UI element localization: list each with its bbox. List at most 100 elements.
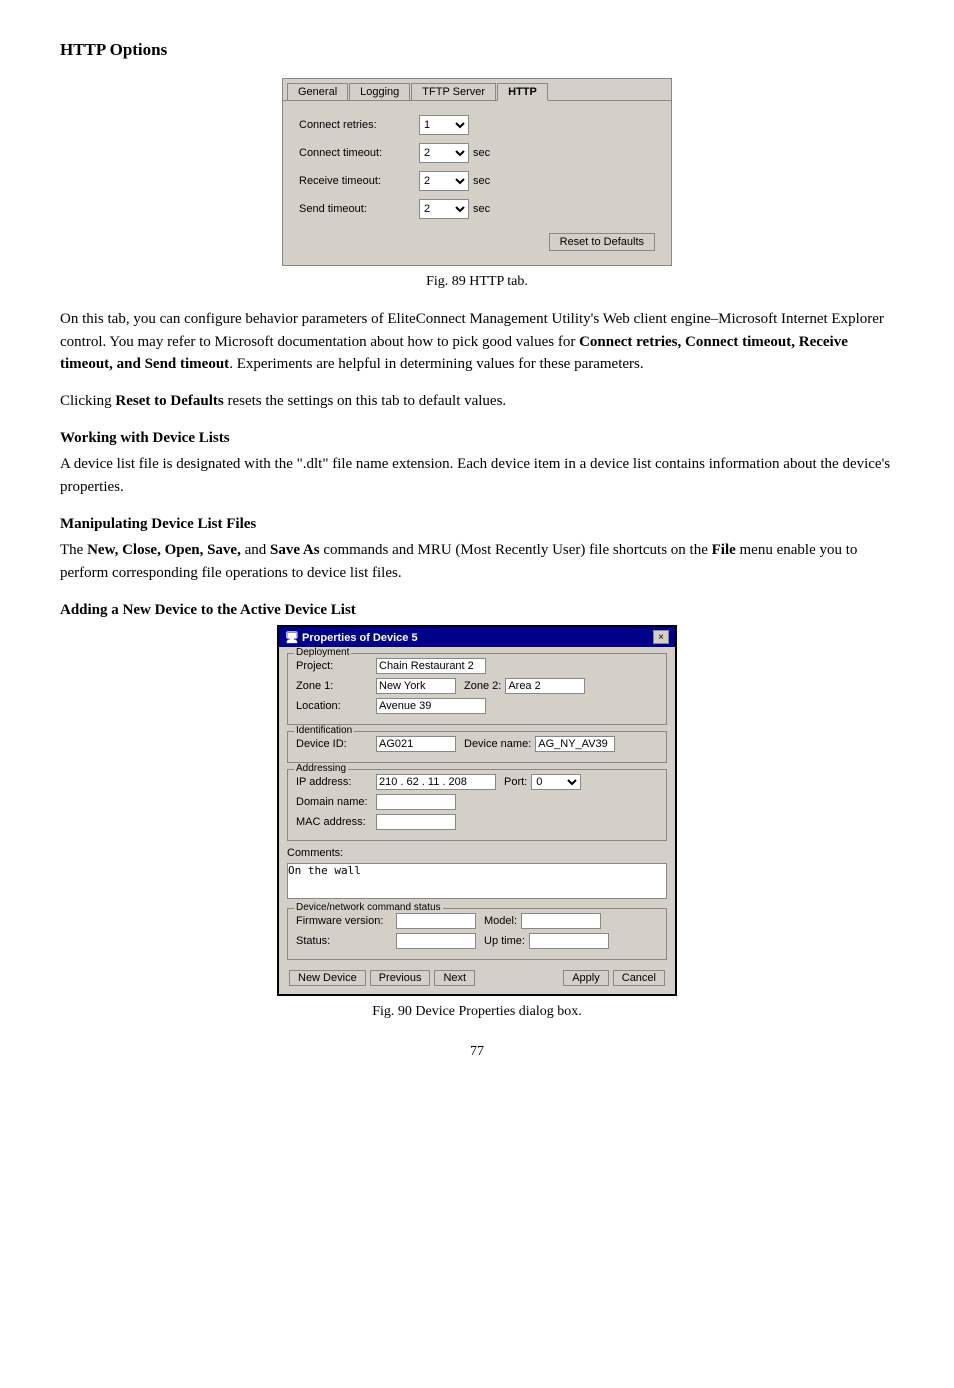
reset-btn-row: Reset to Defaults (299, 233, 655, 251)
tab-tftp-server[interactable]: TFTP Server (411, 83, 496, 100)
ip-label: IP address: (296, 776, 376, 788)
previous-button[interactable]: Previous (370, 970, 431, 986)
http-dialog-figure: General Logging TFTP Server HTTP Connect… (60, 78, 894, 290)
mac-input[interactable] (376, 814, 456, 830)
apply-button[interactable]: Apply (563, 970, 609, 986)
working-device-lists-text: A device list file is designated with th… (60, 453, 894, 498)
location-row: Location: (296, 698, 658, 714)
next-button[interactable]: Next (434, 970, 475, 986)
domain-input[interactable] (376, 794, 456, 810)
manip-mid2: commands and MRU (Most Recently User) fi… (320, 542, 712, 558)
dialog-close-button[interactable]: × (653, 630, 669, 644)
http-dialog: General Logging TFTP Server HTTP Connect… (282, 78, 672, 266)
network-status-label: Device/network command status (294, 902, 443, 913)
receive-timeout-unit: sec (473, 175, 490, 187)
fig90-caption: Fig. 90 Device Properties dialog box. (372, 1004, 582, 1020)
tab-logging[interactable]: Logging (349, 83, 410, 100)
send-timeout-select[interactable]: 2510 (419, 199, 469, 219)
domain-label: Domain name: (296, 796, 376, 808)
zone2-input[interactable] (505, 678, 585, 694)
uptime-label: Up time: (484, 935, 525, 947)
manipulating-files-text: The New, Close, Open, Save, and Save As … (60, 539, 894, 584)
port-select[interactable]: 0 (531, 774, 581, 790)
status-input (396, 933, 476, 949)
location-label: Location: (296, 700, 376, 712)
identification-label: Identification (294, 725, 354, 736)
comments-label: Comments: (287, 847, 667, 859)
dialog-button-row: New Device Previous Next Apply Cancel (287, 966, 667, 988)
tab-general[interactable]: General (287, 83, 348, 100)
project-row: Project: (296, 658, 658, 674)
mac-row: MAC address: (296, 814, 658, 830)
device-id-row: Device ID: Device name: (296, 736, 658, 752)
mac-label: MAC address: (296, 816, 376, 828)
dialog-http-content: Connect retries: 123 Connect timeout: 25… (283, 101, 671, 265)
zone1-input[interactable] (376, 678, 456, 694)
firmware-input (396, 913, 476, 929)
new-device-button[interactable]: New Device (289, 970, 366, 986)
send-timeout-row: Send timeout: 2510 sec (299, 199, 655, 219)
send-timeout-unit: sec (473, 203, 490, 215)
page-title: HTTP Options (60, 40, 894, 60)
domain-row: Domain name: (296, 794, 658, 810)
zone1-label: Zone 1: (296, 680, 376, 692)
device-name-label: Device name: (464, 738, 531, 750)
device-name-input[interactable] (535, 736, 615, 752)
device-properties-dialog: 🖥 Properties of Device 5 × Deployment Pr… (277, 625, 677, 996)
firmware-row: Firmware version: Model: (296, 913, 658, 929)
connect-retries-select[interactable]: 123 (419, 115, 469, 135)
connect-retries-row: Connect retries: 123 (299, 115, 655, 135)
body-paragraph-1: On this tab, you can configure behavior … (60, 308, 894, 376)
reset-to-defaults-button[interactable]: Reset to Defaults (549, 233, 655, 251)
location-input[interactable] (376, 698, 486, 714)
status-label: Status: (296, 935, 396, 947)
deployment-label: Deployment (294, 647, 351, 658)
ip-input[interactable] (376, 774, 496, 790)
connect-retries-label: Connect retries: (299, 119, 419, 131)
adding-device-heading: Adding a New Device to the Active Device… (60, 602, 894, 619)
body-paragraph-2: Clicking Reset to Defaults resets the se… (60, 390, 894, 413)
receive-timeout-label: Receive timeout: (299, 175, 419, 187)
page-number: 77 (60, 1044, 894, 1060)
zone2-label: Zone 2: (464, 680, 501, 692)
connect-timeout-row: Connect timeout: 2510 sec (299, 143, 655, 163)
send-timeout-label: Send timeout: (299, 203, 419, 215)
deployment-section: Deployment Project: Zone 1: Zone 2: Loca… (287, 653, 667, 725)
manip-intro: The (60, 542, 87, 558)
dialog-tabs: General Logging TFTP Server HTTP (283, 79, 671, 101)
manip-bold2: Save As (270, 542, 320, 558)
uptime-input (529, 933, 609, 949)
connect-timeout-label: Connect timeout: (299, 147, 419, 159)
para2-end: resets the settings on this tab to defau… (224, 393, 506, 409)
cancel-button[interactable]: Cancel (613, 970, 665, 986)
fig89-caption: Fig. 89 HTTP tab. (426, 274, 528, 290)
right-buttons: Apply Cancel (563, 970, 665, 986)
device-id-input[interactable] (376, 736, 456, 752)
manipulating-files-heading: Manipulating Device List Files (60, 516, 894, 533)
status-row: Status: Up time: (296, 933, 658, 949)
firmware-label: Firmware version: (296, 915, 396, 927)
addressing-label: Addressing (294, 763, 348, 774)
identification-section: Identification Device ID: Device name: (287, 731, 667, 763)
manip-bold1: New, Close, Open, Save, (87, 542, 241, 558)
manip-mid: and (241, 542, 270, 558)
ip-row: IP address: Port: 0 (296, 774, 658, 790)
port-label: Port: (504, 776, 527, 788)
tab-http[interactable]: HTTP (497, 83, 548, 101)
dialog-title-icon: 🖥 (285, 632, 302, 644)
receive-timeout-select[interactable]: 2510 (419, 171, 469, 191)
project-input[interactable] (376, 658, 486, 674)
para2-start: Clicking (60, 393, 115, 409)
network-status-section: Device/network command status Firmware v… (287, 908, 667, 960)
receive-timeout-row: Receive timeout: 2510 sec (299, 171, 655, 191)
left-buttons: New Device Previous Next (289, 970, 475, 986)
project-label: Project: (296, 660, 376, 672)
connect-timeout-select[interactable]: 2510 (419, 143, 469, 163)
device-id-label: Device ID: (296, 738, 376, 750)
manip-bold3: File (712, 542, 736, 558)
comments-section: Comments: On the wall (287, 847, 667, 902)
comments-textarea[interactable]: On the wall (287, 863, 667, 899)
dialog-title-text: 🖥 Properties of Device 5 (285, 631, 418, 644)
addressing-section: Addressing IP address: Port: 0 Domain na… (287, 769, 667, 841)
connect-timeout-unit: sec (473, 147, 490, 159)
